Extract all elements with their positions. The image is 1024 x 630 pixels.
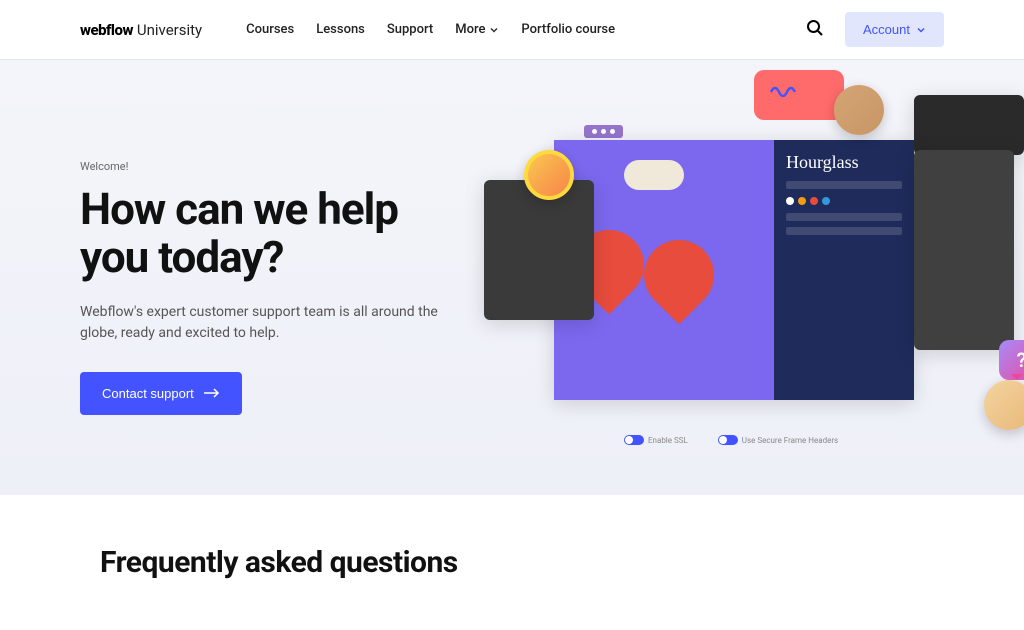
avatar-3: [984, 380, 1024, 430]
speech-bubble-question: ?: [999, 340, 1024, 380]
chevron-down-icon: [916, 25, 926, 35]
settings-panel-top: [914, 95, 1024, 155]
avatar-2: [834, 85, 884, 135]
toggle-row: Enable SSL Use Secure Frame Headers: [624, 435, 838, 445]
designer-main-panel: Hourglass: [554, 140, 914, 400]
mockup-title: Hourglass: [786, 152, 902, 173]
account-label: Account: [863, 22, 910, 37]
hero-eyebrow: Welcome!: [80, 160, 443, 173]
arrow-right-icon: [204, 388, 220, 398]
logo-brand: webflow: [80, 21, 133, 39]
faq-title: Frequently asked questions: [100, 545, 924, 580]
avatar-1: [524, 150, 574, 200]
speech-bubble-red: [754, 70, 844, 120]
account-button[interactable]: Account: [845, 12, 944, 47]
nav-support[interactable]: Support: [387, 22, 433, 37]
interactions-panel: [484, 180, 594, 320]
window-dots: [584, 125, 623, 138]
chevron-down-icon: [489, 25, 499, 35]
cta-label: Contact support: [102, 386, 194, 401]
nav-lessons[interactable]: Lessons: [316, 22, 365, 37]
logo[interactable]: webflow University: [80, 21, 202, 39]
contact-support-button[interactable]: Contact support: [80, 372, 242, 415]
style-panel: [914, 150, 1014, 350]
nav-portfolio[interactable]: Portfolio course: [521, 22, 615, 37]
hero-illustration: Hourglass ? Enable SSL Use Secure Frame …: [504, 100, 984, 420]
squiggle-icon: [769, 82, 799, 97]
hero-description: Webflow's expert customer support team i…: [80, 302, 443, 344]
search-icon[interactable]: [805, 18, 825, 42]
nav-more[interactable]: More: [455, 22, 499, 37]
side-content-panel: Hourglass: [774, 140, 914, 400]
nav-more-label: More: [455, 22, 485, 37]
logo-suffix: University: [137, 21, 202, 39]
hero-title: How can we help you today?: [80, 185, 443, 282]
nav-courses[interactable]: Courses: [246, 22, 294, 37]
